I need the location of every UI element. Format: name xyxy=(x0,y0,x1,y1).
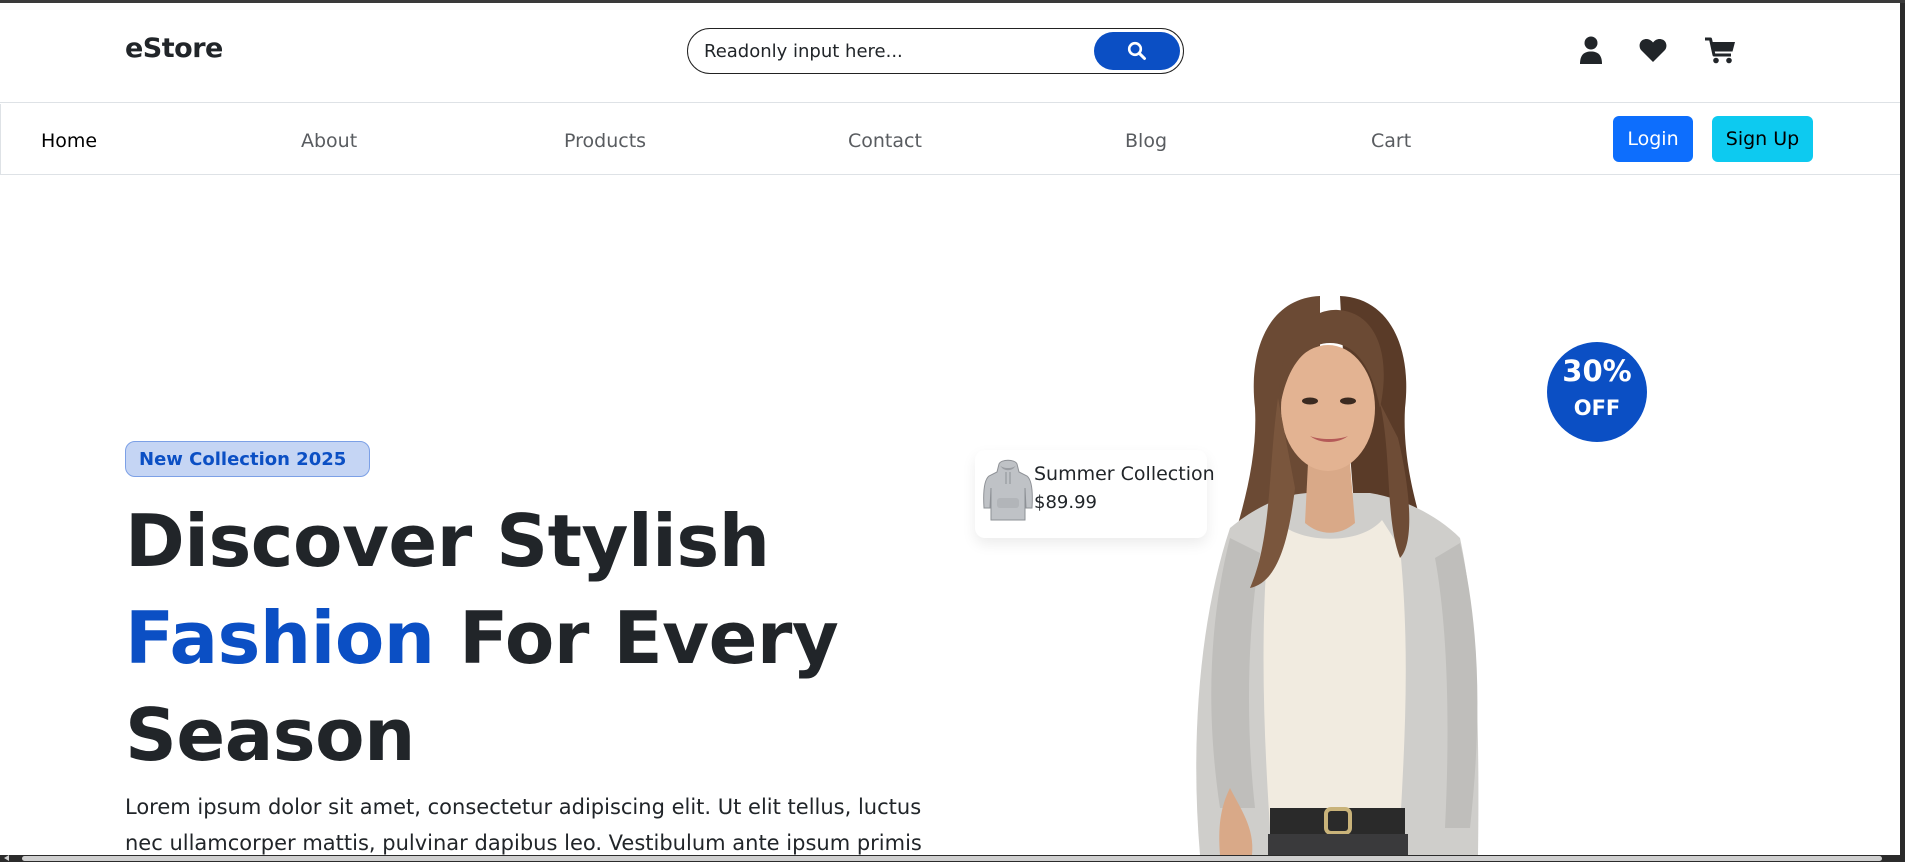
nav-link-home[interactable]: Home xyxy=(41,130,97,152)
model-image xyxy=(1196,296,1479,855)
nav-link-products[interactable]: Products xyxy=(564,130,646,152)
horizontal-scrollbar[interactable] xyxy=(0,855,1905,862)
nav-link-blog[interactable]: Blog xyxy=(1125,130,1167,152)
main-nav: Home About Products Contact Blog Cart Lo… xyxy=(0,104,1900,175)
search-input[interactable] xyxy=(704,38,1084,64)
cart-icon xyxy=(1704,37,1735,63)
hero-title-accent: Fashion xyxy=(125,596,435,680)
brand-logo[interactable]: eStore xyxy=(125,33,223,64)
scroll-left-arrow-icon[interactable] xyxy=(4,855,9,861)
hero-title: Discover Stylish Fashion For Every Seaso… xyxy=(125,493,885,784)
search-button[interactable] xyxy=(1094,32,1180,70)
wishlist-button[interactable] xyxy=(1638,35,1668,65)
nav-link-cart[interactable]: Cart xyxy=(1371,130,1411,152)
discount-value: 30% xyxy=(1562,354,1632,388)
search-icon xyxy=(1127,41,1146,60)
login-button[interactable]: Login xyxy=(1613,116,1693,162)
hero-title-line3: Season xyxy=(125,693,415,777)
product-name: Summer Collection xyxy=(1034,463,1215,485)
account-button[interactable] xyxy=(1576,35,1606,65)
hoodie-thumbnail xyxy=(983,459,1033,521)
cart-button[interactable] xyxy=(1704,35,1736,65)
user-icon xyxy=(1580,36,1602,64)
heart-icon xyxy=(1639,38,1667,62)
page-viewport: eStore Readonly input here... Home About… xyxy=(0,3,1900,855)
vertical-scrollbar[interactable] xyxy=(1900,3,1905,855)
nav-link-contact[interactable]: Contact xyxy=(848,130,922,152)
signup-button[interactable]: Sign Up xyxy=(1712,116,1813,162)
product-card[interactable]: Summer Collection $89.99 xyxy=(975,450,1215,538)
nav-link-about[interactable]: About xyxy=(301,130,357,152)
discount-badge: 30% OFF xyxy=(1547,342,1647,442)
hero-description: Lorem ipsum dolor sit amet, consectetur … xyxy=(125,795,922,855)
collection-badge: New Collection 2025 xyxy=(125,441,371,477)
scrollbar-thumb[interactable] xyxy=(22,856,1882,861)
top-header: eStore xyxy=(0,3,1900,103)
search-bar xyxy=(687,28,1184,74)
hero-title-line1: Discover Stylish xyxy=(125,499,770,583)
discount-label: OFF xyxy=(1573,396,1621,420)
product-price: $89.99 xyxy=(1034,492,1097,513)
hero-title-rest: For Every xyxy=(459,596,839,680)
